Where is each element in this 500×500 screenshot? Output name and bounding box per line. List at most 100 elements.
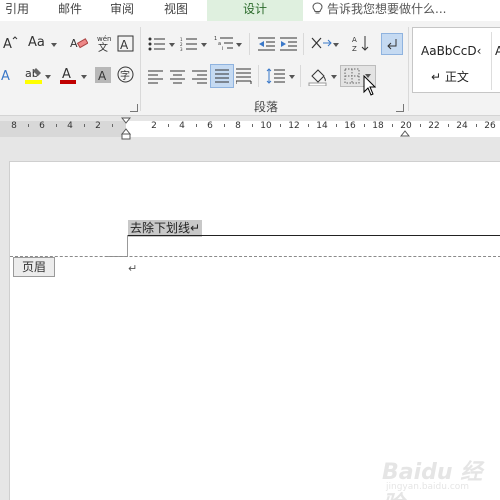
group-separator: [408, 27, 409, 111]
change-case-caret[interactable]: [51, 43, 57, 47]
margin-corner-mark: [127, 235, 128, 257]
ruler-label: 24: [456, 121, 468, 131]
change-case-label: Aa: [28, 35, 45, 50]
character-shading-button[interactable]: A: [95, 67, 111, 87]
ruler-tick: [364, 124, 365, 127]
highlighter-icon: ab: [25, 67, 42, 84]
bullets-button[interactable]: [148, 36, 166, 55]
style-normal-name: ↵ 正文: [431, 70, 469, 84]
chinese-layout-caret[interactable]: [333, 43, 339, 47]
ruler-tick: [392, 124, 393, 127]
ruler-tick: [112, 124, 113, 127]
paragraph-dialog-launcher[interactable]: [396, 104, 404, 112]
multilevel-list-button[interactable]: 1ai: [214, 35, 234, 55]
eraser-icon: A: [70, 37, 89, 50]
phonetic-guide-button[interactable]: wén 文: [95, 34, 115, 56]
ruler-label: 8: [11, 121, 17, 131]
text-effects-button[interactable]: A: [0, 67, 14, 87]
ruler-label: 6: [207, 121, 213, 131]
sort-icon: AZ: [352, 36, 369, 53]
svg-text:A: A: [352, 36, 357, 44]
watermark-text: Baidu 经验: [382, 460, 483, 500]
ruler-tick: [420, 124, 421, 127]
right-indent-marker[interactable]: [400, 127, 410, 139]
ruler-label: 2: [151, 121, 157, 131]
paragraph-mark: ↵: [128, 262, 138, 275]
ribbon: A Aa A wén 文 A A ab A A 字 1 2 3 1 a i A …: [0, 21, 500, 116]
grow-font-button[interactable]: A: [2, 35, 18, 55]
highlight-button[interactable]: ab: [24, 65, 44, 89]
numbering-button[interactable]: 123: [180, 36, 198, 55]
tab-review[interactable]: 审阅: [100, 0, 144, 21]
style-normal-sample: AaBbCcD‹: [421, 44, 482, 58]
styles-divider: [491, 32, 492, 90]
tab-mailings[interactable]: 邮件: [48, 0, 92, 21]
ruler-tick: [252, 124, 253, 127]
ruler-label: 26: [484, 121, 496, 131]
svg-text:字: 字: [120, 69, 130, 82]
align-right-icon: [192, 70, 207, 84]
baidu-watermark-logo: Baidu 经验 jingyan.baidu.com: [382, 442, 500, 500]
style-next-sample: A: [495, 44, 500, 58]
ruler-tick: [280, 124, 281, 127]
ruler-tick: [56, 124, 57, 127]
multilevel-list-caret[interactable]: [236, 43, 242, 47]
svg-text:A: A: [3, 37, 12, 51]
horizontal-ruler[interactable]: 8 6 4 2 2 4 6 8 10 12 14 16 18 20 22 24 26: [0, 117, 500, 141]
numbering-caret[interactable]: [201, 43, 207, 47]
svg-text:A: A: [1, 69, 10, 83]
align-right-button[interactable]: [192, 69, 208, 88]
distributed-icon: [235, 68, 252, 84]
ruler-tick: [196, 124, 197, 127]
svg-text:Z: Z: [352, 45, 357, 52]
shading-button[interactable]: [308, 66, 328, 90]
ruler-label: 18: [372, 121, 384, 131]
tab-design[interactable]: 设计: [207, 0, 303, 21]
justify-button[interactable]: [210, 64, 234, 88]
change-case-button[interactable]: Aa: [28, 35, 45, 50]
sort-button[interactable]: AZ: [352, 34, 370, 56]
highlight-caret[interactable]: [45, 75, 51, 79]
svg-text:1: 1: [214, 36, 217, 42]
align-left-icon: [148, 70, 163, 84]
phonetic-icon: wén文: [97, 35, 111, 54]
paragraph-group-label: 段落: [254, 100, 279, 114]
font-color-caret[interactable]: [81, 75, 87, 79]
show-hide-marks-button[interactable]: [381, 33, 403, 55]
paragraph-mark-icon: [387, 39, 397, 50]
decrease-indent-icon: [258, 37, 275, 51]
tell-me-box[interactable]: 告诉我您想要做什么...: [312, 0, 446, 21]
ruler-label: 14: [316, 121, 328, 131]
bullets-caret[interactable]: [169, 43, 175, 47]
inner-separator: [300, 65, 301, 87]
chinese-layout-button[interactable]: [310, 35, 332, 55]
line-spacing-icon: [266, 68, 285, 84]
inner-separator: [303, 33, 304, 55]
svg-text:A: A: [98, 69, 107, 83]
line-spacing-button[interactable]: [266, 67, 286, 89]
ruler-label: 4: [179, 121, 185, 131]
first-line-indent-marker[interactable]: [121, 117, 131, 141]
inner-separator: [258, 65, 259, 87]
decrease-indent-button[interactable]: [258, 36, 276, 55]
enclose-char-icon: 字: [117, 66, 134, 83]
increase-indent-button[interactable]: [280, 36, 298, 55]
distributed-button[interactable]: [235, 68, 252, 88]
font-color-button[interactable]: A: [60, 65, 76, 89]
styles-gallery[interactable]: AaBbCcD‹ ↵ 正文 A: [412, 27, 500, 93]
shading-caret[interactable]: [331, 75, 337, 79]
align-center-icon: [170, 70, 185, 84]
character-border-button[interactable]: A: [117, 35, 134, 56]
align-center-button[interactable]: [170, 69, 186, 88]
line-spacing-caret[interactable]: [289, 75, 295, 79]
header-boundary-line: [10, 256, 500, 257]
clear-formatting-button[interactable]: A: [70, 35, 89, 55]
align-left-button[interactable]: [148, 69, 164, 88]
char-shading-icon: A: [95, 67, 111, 83]
font-dialog-launcher[interactable]: [130, 104, 138, 112]
svg-text:A: A: [62, 67, 71, 82]
enclose-characters-button[interactable]: 字: [117, 66, 134, 87]
tab-references[interactable]: 引用: [0, 0, 34, 21]
header-bottom-border: [127, 235, 500, 236]
tab-view[interactable]: 视图: [154, 0, 198, 21]
